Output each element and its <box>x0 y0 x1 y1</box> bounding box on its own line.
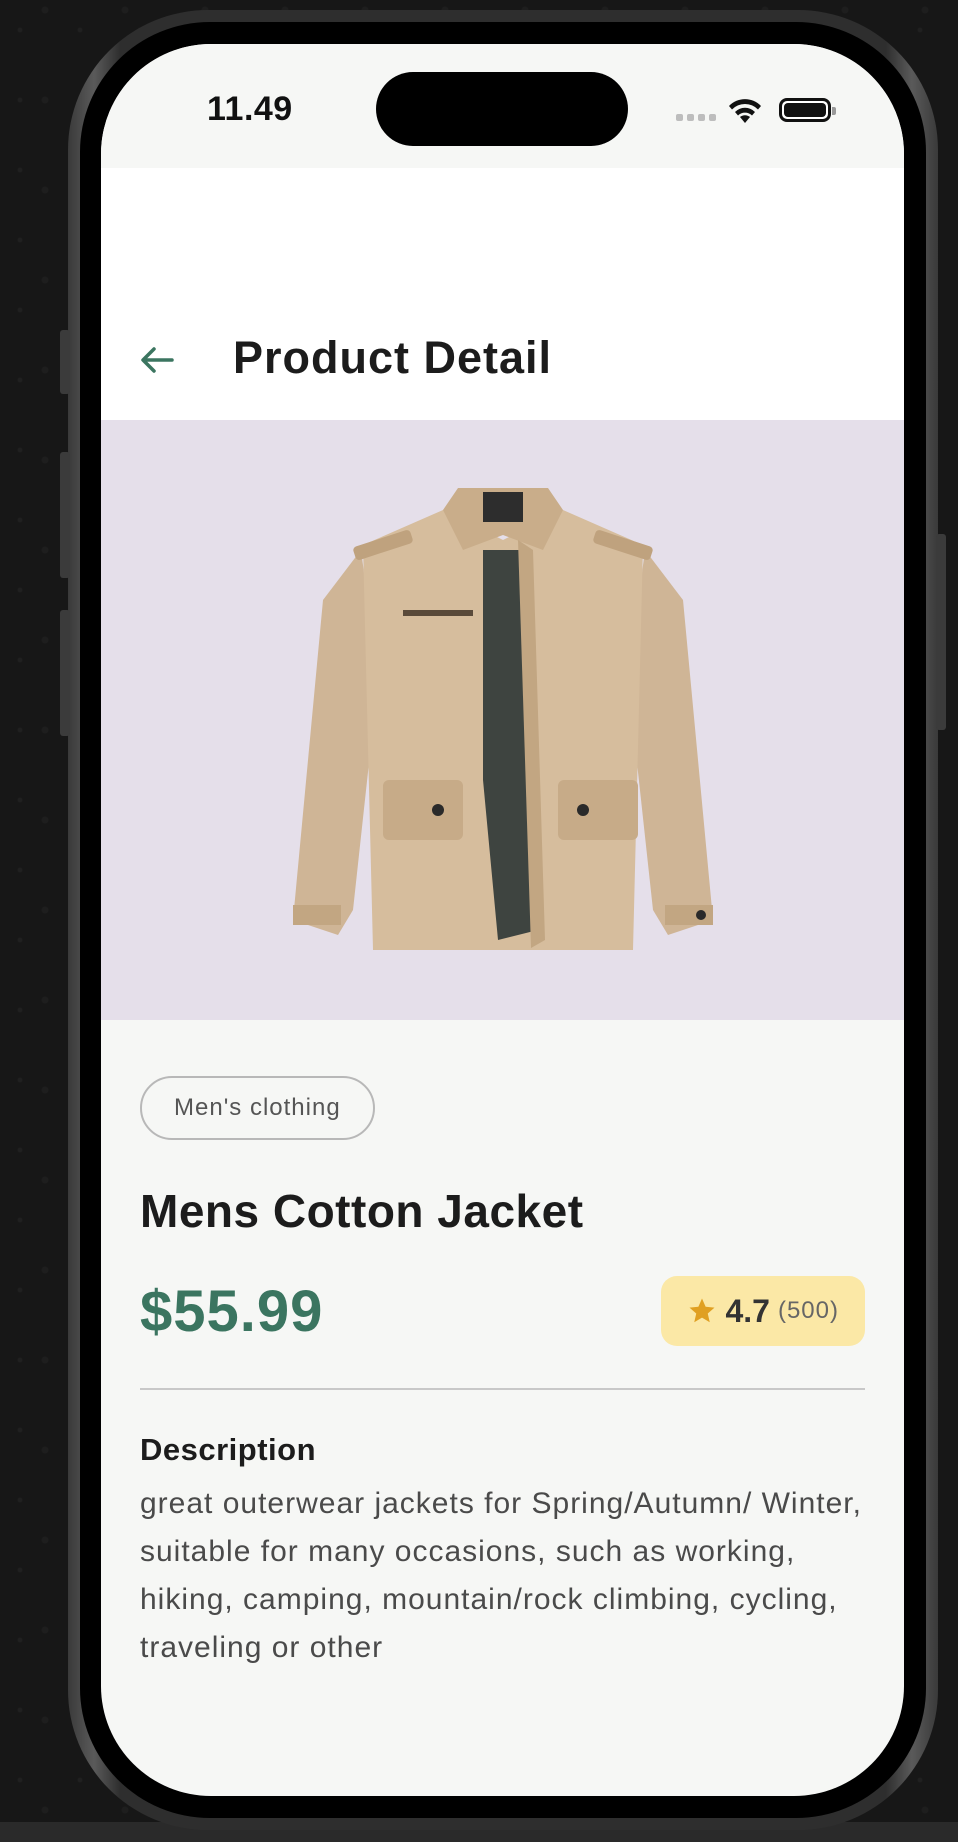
status-time: 11.49 <box>207 90 293 128</box>
volume-up-button <box>60 452 70 578</box>
dynamic-island <box>376 72 628 146</box>
product-price: $55.99 <box>140 1279 324 1344</box>
jacket-image <box>292 488 713 950</box>
divider <box>140 1388 865 1390</box>
battery-icon <box>779 98 836 122</box>
volume-down-button <box>60 610 70 736</box>
mute-switch <box>60 330 70 394</box>
back-button[interactable] <box>137 340 177 380</box>
category-chip[interactable]: Men's clothing <box>140 1076 375 1140</box>
price-row: $55.99 4.7 (500) <box>140 1276 865 1350</box>
page-title: Product Detail <box>233 332 553 383</box>
app-bar: Product Detail <box>101 168 904 420</box>
rating-count: (500) <box>777 1297 839 1324</box>
product-image <box>101 420 904 1020</box>
description-heading: Description <box>140 1432 317 1467</box>
rating-value: 4.7 <box>725 1292 770 1329</box>
arrow-left-icon <box>141 347 174 373</box>
status-bar: 11.49 <box>101 44 904 168</box>
rating-badge: 4.7 (500) <box>661 1276 865 1346</box>
wifi-icon <box>729 99 761 123</box>
phone-screen: 11.49 Product Detail Men's clothing Mens… <box>101 44 904 1796</box>
cellular-signal-icon <box>676 114 716 121</box>
power-button <box>936 534 946 730</box>
product-details: Men's clothing Mens Cotton Jacket $55.99… <box>140 1076 865 1672</box>
star-icon <box>689 1298 715 1323</box>
product-name: Mens Cotton Jacket <box>140 1185 584 1237</box>
description-text: great outerwear jackets for Spring/Autum… <box>140 1487 862 1664</box>
